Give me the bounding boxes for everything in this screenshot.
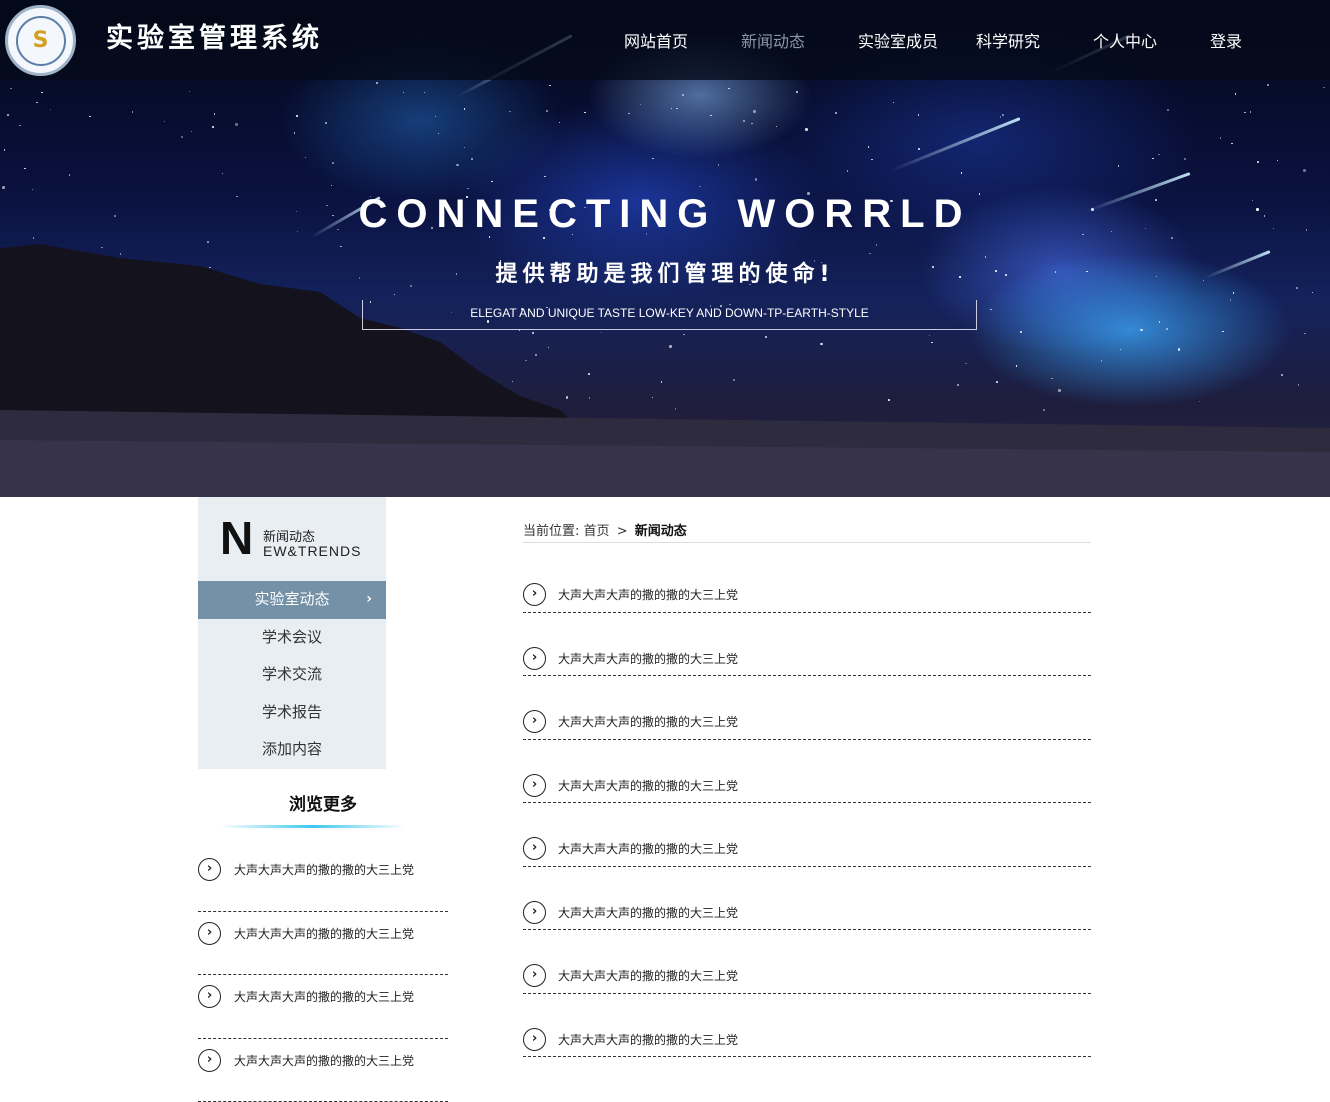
nav-personal-center[interactable]: 个人中心	[1093, 28, 1157, 52]
news-row[interactable]: › 大声大声大声的撒的撒的大三上党	[523, 867, 1091, 931]
breadcrumb-current: 新闻动态	[635, 524, 687, 539]
nav-members[interactable]: 实验室成员	[858, 28, 938, 52]
sidebar-menu: 实验室动态 › 学术会议 学术交流 学术报告 添加内容	[198, 581, 386, 769]
circle-arrow-right-icon: ›	[198, 858, 221, 881]
news-row[interactable]: › 大声大声大声的撒的撒的大三上党	[523, 803, 1091, 867]
breadcrumb-separator: >	[617, 524, 628, 539]
news-row[interactable]: › 大声大声大声的撒的撒的大三上党	[523, 549, 1091, 613]
circle-arrow-right-icon: ›	[523, 583, 546, 606]
list-item[interactable]: › 大声大声大声的撒的撒的大三上党	[198, 975, 448, 1039]
list-item-text: 大声大声大声的撒的撒的大三上党	[234, 861, 414, 878]
top-navbar: S 实验室管理系统 网站首页 新闻动态 实验室成员 科学研究 个人中心 登录	[0, 0, 1330, 80]
browse-more-title: 浏览更多	[198, 790, 448, 815]
sidebar-item-label: 学术会议	[262, 628, 322, 646]
news-row[interactable]: › 大声大声大声的撒的撒的大三上党	[523, 613, 1091, 677]
news-title: 大声大声大声的撒的撒的大三上党	[558, 904, 738, 921]
news-title: 大声大声大声的撒的撒的大三上党	[558, 713, 738, 730]
sidebar-heading-en: EW&TRENDS	[263, 543, 361, 559]
university-logo[interactable]: S	[5, 5, 76, 76]
list-item[interactable]: › 大声大声大声的撒的撒的大三上党	[198, 1039, 448, 1102]
logo-emblem-icon: S	[16, 16, 66, 66]
sidebar-item-label: 学术交流	[262, 665, 322, 683]
news-title: 大声大声大声的撒的撒的大三上党	[558, 650, 738, 667]
news-row[interactable]: › 大声大声大声的撒的撒的大三上党	[523, 994, 1091, 1058]
circle-arrow-right-icon: ›	[523, 647, 546, 670]
site-title: 实验室管理系统	[106, 16, 323, 55]
circle-arrow-right-icon: ›	[198, 985, 221, 1008]
nav-login[interactable]: 登录	[1210, 28, 1242, 52]
hero-headline: CONNECTING WORRLD	[0, 192, 1330, 237]
circle-arrow-right-icon: ›	[198, 922, 221, 945]
news-row[interactable]: › 大声大声大声的撒的撒的大三上党	[523, 740, 1091, 804]
list-item[interactable]: › 大声大声大声的撒的撒的大三上党	[198, 912, 448, 976]
chevron-right-icon: ›	[366, 581, 372, 619]
circle-arrow-right-icon: ›	[523, 964, 546, 987]
hero-banner: S 实验室管理系统 网站首页 新闻动态 实验室成员 科学研究 个人中心 登录 C…	[0, 0, 1330, 497]
list-item-text: 大声大声大声的撒的撒的大三上党	[234, 1052, 414, 1069]
breadcrumb-home-link[interactable]: 首页	[584, 520, 610, 539]
sidebar-item-exchange[interactable]: 学术交流	[198, 656, 386, 694]
news-title: 大声大声大声的撒的撒的大三上党	[558, 586, 738, 603]
sidebar-item-label: 添加内容	[262, 740, 322, 758]
breadcrumb-prefix: 当前位置:	[523, 520, 579, 539]
news-title: 大声大声大声的撒的撒的大三上党	[558, 967, 738, 984]
news-row[interactable]: › 大声大声大声的撒的撒的大三上党	[523, 676, 1091, 740]
news-title: 大声大声大声的撒的撒的大三上党	[558, 840, 738, 857]
circle-arrow-right-icon: ›	[523, 837, 546, 860]
sidebar-item-reports[interactable]: 学术报告	[198, 694, 386, 732]
nav-news[interactable]: 新闻动态	[741, 28, 805, 52]
sidebar-big-letter: N	[220, 515, 253, 561]
circle-arrow-right-icon: ›	[523, 774, 546, 797]
sidebar-item-conferences[interactable]: 学术会议	[198, 619, 386, 657]
news-row[interactable]: › 大声大声大声的撒的撒的大三上党	[523, 930, 1091, 994]
sidebar-header: N 新闻动态 EW&TRENDS	[198, 497, 386, 581]
news-list: › 大声大声大声的撒的撒的大三上党 › 大声大声大声的撒的撒的大三上党 › 大声…	[523, 549, 1091, 1057]
nav-home[interactable]: 网站首页	[624, 28, 688, 52]
browse-more-list: › 大声大声大声的撒的撒的大三上党 › 大声大声大声的撒的撒的大三上党 › 大声…	[198, 848, 448, 1102]
list-item[interactable]: › 大声大声大声的撒的撒的大三上党	[198, 848, 448, 912]
circle-arrow-right-icon: ›	[523, 1028, 546, 1051]
circle-arrow-right-icon: ›	[523, 901, 546, 924]
sidebar-item-lab-news[interactable]: 实验室动态 ›	[198, 581, 386, 619]
circle-arrow-right-icon: ›	[198, 1049, 221, 1072]
sidebar-item-label: 学术报告	[262, 703, 322, 721]
hero-subtitle: 提供帮助是我们管理的使命!	[0, 256, 1330, 288]
list-item-text: 大声大声大声的撒的撒的大三上党	[234, 988, 414, 1005]
hero-tagline: ELEGAT AND UNIQUE TASTE LOW-KEY AND DOWN…	[362, 306, 977, 320]
browse-more-divider	[220, 825, 405, 828]
sidebar-item-add-content[interactable]: 添加内容	[198, 731, 386, 769]
news-title: 大声大声大声的撒的撒的大三上党	[558, 777, 738, 794]
nav-research[interactable]: 科学研究	[976, 28, 1040, 52]
sidebar-item-label: 实验室动态	[254, 590, 329, 608]
breadcrumb: 当前位置: 首页 > 新闻动态	[523, 520, 1091, 543]
news-title: 大声大声大声的撒的撒的大三上党	[558, 1031, 738, 1048]
list-item-text: 大声大声大声的撒的撒的大三上党	[234, 925, 414, 942]
circle-arrow-right-icon: ›	[523, 710, 546, 733]
